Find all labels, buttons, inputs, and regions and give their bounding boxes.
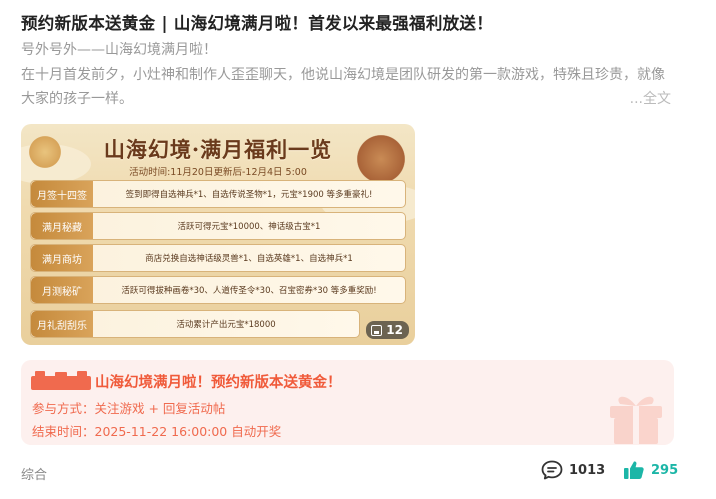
banner-reward-row: 满月秘藏 活跃可得元宝*10000、神话级古宝*1	[30, 212, 406, 240]
post-subtitle: 号外号外——山海幻境满月啦！	[21, 42, 217, 58]
like-button[interactable]: 295	[623, 460, 678, 480]
read-full-link[interactable]: ...全文	[623, 87, 671, 111]
reward-tag: 月签十四签	[31, 181, 93, 207]
reward-text: 活动累计产出元宝*18000	[176, 320, 276, 330]
comment-icon	[541, 460, 563, 480]
reward-tag: 满月商坊	[31, 245, 93, 271]
reward-text: 商店兑换自选神话级灵兽*1、自选英雄*1、自选神兵*1	[145, 254, 353, 264]
event-card[interactable]: 山海幻境满月啦！预约新版本送黄金！ 参与方式：关注游戏 + 回复活动帖 结束时间…	[21, 360, 674, 445]
event-end-time: 结束时间：2025-11-22 16:00:00 自动开奖	[32, 424, 282, 439]
like-count: 295	[651, 462, 679, 478]
reward-text: 活跃可得拔种画卷*30、人道传圣令*30、召宝密券*30 等多重奖励!	[121, 286, 377, 296]
comment-count: 1013	[569, 462, 606, 478]
event-title: 山海幻境满月啦！预约新版本送黄金！	[95, 375, 342, 391]
reward-text: 签到即得自选神兵*1、自选传说圣物*1，元宝*1900 等多重豪礼!	[125, 190, 373, 200]
post-category[interactable]: 综合	[21, 464, 47, 483]
thumbs-up-icon	[624, 461, 644, 479]
comment-button[interactable]: 1013	[541, 460, 605, 480]
image-count-badge[interactable]: 12	[366, 321, 409, 339]
banner-title: 山海幻境·满月福利一览	[103, 137, 333, 162]
reward-tag: 月礼刮刮乐	[31, 311, 93, 337]
post-title[interactable]: 预约新版本送黄金 | 山海幻境满月啦！首发以来最强福利放送！	[21, 10, 493, 34]
reward-tag: 月测秘矿	[31, 277, 93, 303]
banner-reward-row: 满月商坊 商店兑换自选神话级灵兽*1、自选英雄*1、自选神兵*1	[30, 244, 406, 272]
post-banner-image[interactable]: 山海幻境·满月福利一览 活动时间:11月20日更新后-12月4日 5:00 月签…	[21, 124, 415, 345]
reward-tag: 满月秘藏	[31, 213, 93, 239]
banner-reward-row: 月测秘矿 活跃可得拔种画卷*30、人道传圣令*30、召宝密券*30 等多重奖励!	[30, 276, 406, 304]
reward-text: 活跃可得元宝*10000、神话级古宝*1	[177, 222, 321, 232]
post-excerpt[interactable]: 在十月首发前夕，小灶神和制作人歪歪聊天，他说山海幻境是团队研发的第一款游戏，特殊…	[21, 63, 671, 111]
image-count: 12	[386, 323, 403, 337]
gift-icon	[610, 396, 662, 444]
banner-time: 活动时间:11月20日更新后-12月4日 5:00	[129, 167, 307, 178]
event-logo-icon	[31, 371, 91, 390]
image-gallery-icon	[371, 324, 383, 336]
event-participation: 参与方式：关注游戏 + 回复活动帖	[32, 401, 226, 416]
banner-reward-row: 月签十四签 签到即得自选神兵*1、自选传说圣物*1，元宝*1900 等多重豪礼!	[30, 180, 406, 208]
banner-reward-row: 月礼刮刮乐 活动累计产出元宝*18000	[30, 310, 360, 338]
post-excerpt-text: 在十月首发前夕，小灶神和制作人歪歪聊天，他说山海幻境是团队研发的第一款游戏，特殊…	[21, 67, 665, 107]
